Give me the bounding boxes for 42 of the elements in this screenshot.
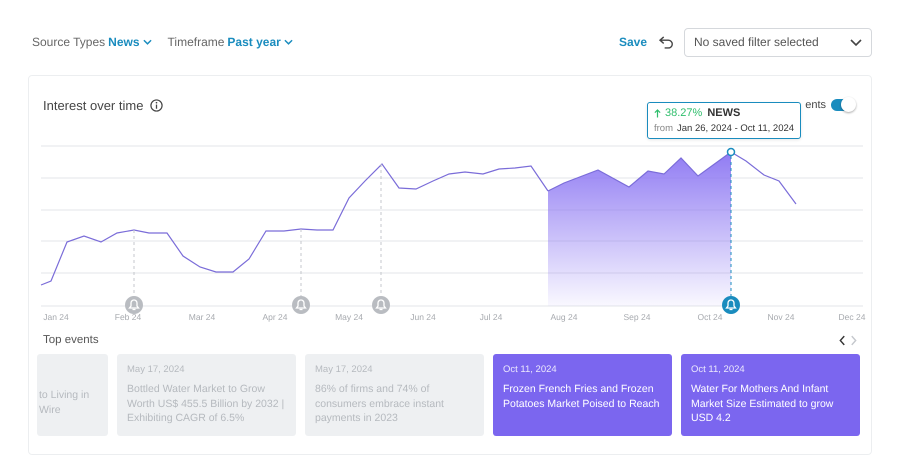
bell-icon[interactable]: [722, 296, 740, 314]
event-title: Frozen French Fries and Frozen Potatoes Market Poised to Reach: [503, 382, 660, 412]
axis-label: Oct 24: [697, 312, 723, 322]
axis-label: Dec 24: [838, 312, 866, 322]
change-value: 38.27%: [665, 107, 702, 119]
event-title: 86% of firms and 74% of consumers embrace instant payments in 2023: [315, 382, 445, 426]
info-icon[interactable]: [150, 98, 164, 112]
panel-title: Interest over time: [43, 98, 144, 112]
caret-icon[interactable]: [850, 38, 862, 46]
axis-label: Jan 24: [43, 312, 69, 322]
arrow-up-icon: [654, 108, 661, 118]
event-date: May 17, 2024: [127, 364, 186, 375]
filter-dropdown[interactable]: Timeframe Past year: [168, 35, 293, 49]
event-date: Oct 11, 2024: [503, 364, 558, 375]
caret-icon: [284, 39, 293, 45]
date-range: Jan 26, 2024 - Oct 11, 2024: [677, 123, 794, 134]
toggle-label: ents: [805, 99, 826, 111]
key-events-toggle[interactable]: [831, 99, 853, 111]
event-date: Oct 11, 2024: [691, 364, 746, 375]
filter-dropdown[interactable]: Source Types News: [32, 35, 152, 49]
axis-label: Mar 24: [188, 312, 216, 322]
axis-label: Jul 24: [480, 312, 502, 322]
saved-filter-select[interactable]: No saved filter selected: [684, 28, 872, 56]
axis-label: Aug 24: [550, 312, 578, 322]
event-title: Water For Mothers And Infant Market Size Estimated to grow USD 4.2: [691, 382, 834, 426]
source-label: NEWS: [707, 107, 740, 119]
axis-label: Apr 24: [262, 312, 288, 322]
axis-label: May 24: [335, 312, 363, 322]
axis-label: Sep 24: [624, 312, 650, 322]
section-title: Top events: [43, 334, 99, 346]
axis-label: Nov 24: [768, 312, 794, 322]
axis-label: Feb 24: [114, 312, 142, 322]
event-card[interactable]: Oct 11, 2024 Water For Mothers And Infant Market Size Estimated to grow USD 4.2: [681, 354, 860, 436]
from-label: from: [654, 123, 673, 134]
event-date: May 17, 2024: [315, 364, 374, 375]
event-title: Bottled Water Market to Grow Worth US$ 455.5 Billion by 2032 | Exhibiting CAGR of 6.5%: [127, 382, 286, 426]
caret-icon: [142, 39, 152, 45]
event-title: to Living in Wire: [39, 388, 90, 418]
undo-icon[interactable]: [659, 36, 674, 48]
event-card[interactable]: Oct 11, 2024 Frozen French Fries and Frozen Potatoes Market Poised to Reach: [493, 354, 672, 436]
axis-label: Jun 24: [410, 312, 436, 322]
save-button[interactable]: Save: [618, 35, 647, 49]
